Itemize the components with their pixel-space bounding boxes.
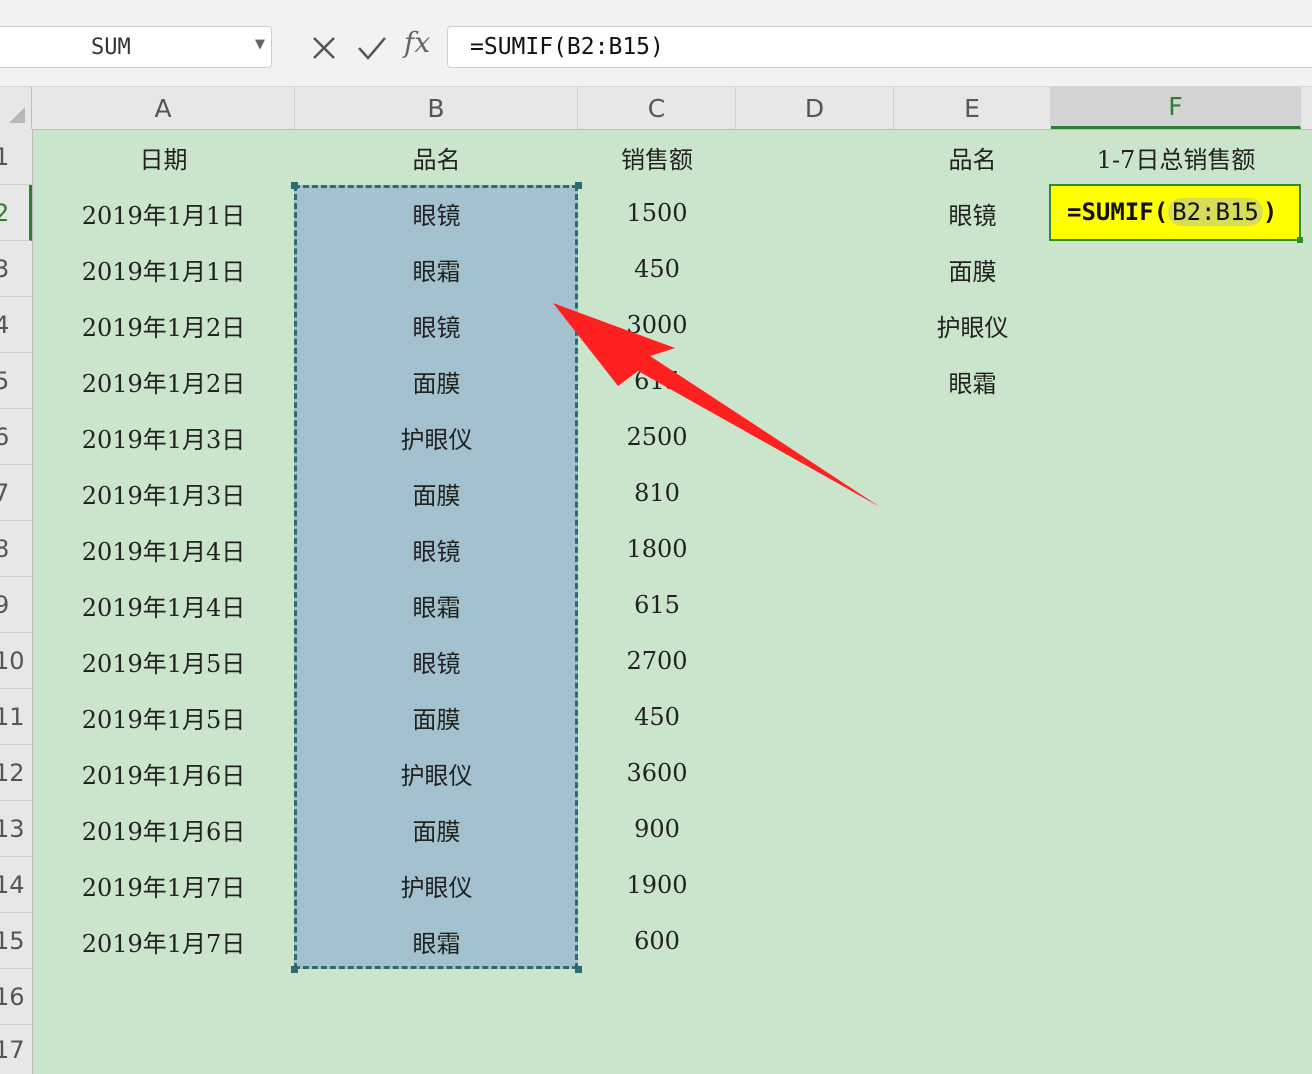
chevron-down-icon[interactable]: ▼: [255, 37, 265, 52]
product-cell[interactable]: 眼霜: [295, 241, 578, 297]
sales-cell[interactable]: 600: [578, 913, 736, 969]
formula-toolbar: SUM ▼ fx =SUMIF(B2:B15): [0, 0, 1312, 87]
active-cell-f2[interactable]: =SUMIF(B2:B15): [1049, 184, 1301, 241]
row-header[interactable]: 16: [0, 969, 32, 1025]
row-header[interactable]: 10: [0, 633, 32, 689]
sales-cell[interactable]: 2500: [578, 409, 736, 465]
sales-cell[interactable]: 615: [578, 577, 736, 633]
name-box[interactable]: SUM ▼: [0, 26, 272, 68]
date-cell[interactable]: 2019年1月6日: [32, 801, 295, 857]
date-cell[interactable]: 2019年1月4日: [32, 521, 295, 577]
product-cell[interactable]: 护眼仪: [295, 409, 578, 465]
product-cell[interactable]: 护眼仪: [295, 857, 578, 913]
sales-cell[interactable]: 1900: [578, 857, 736, 913]
row-header[interactable]: 3: [0, 241, 32, 297]
formula-suffix: ): [1262, 198, 1278, 226]
column-header-d[interactable]: D: [736, 87, 894, 129]
product-cell[interactable]: 眼霜: [295, 913, 578, 969]
sales-cell[interactable]: 810: [578, 465, 736, 521]
x-icon[interactable]: [304, 28, 344, 68]
column-header-f[interactable]: F: [1051, 87, 1301, 129]
formula-prefix: =SUMIF(: [1067, 198, 1169, 226]
column-header-e[interactable]: E: [894, 87, 1051, 129]
header-product[interactable]: 品名: [295, 129, 578, 185]
date-cell[interactable]: 2019年1月3日: [32, 409, 295, 465]
row-header[interactable]: 17: [0, 1025, 32, 1074]
sales-cell[interactable]: 450: [578, 241, 736, 297]
row-header[interactable]: 4: [0, 297, 32, 353]
product-cell[interactable]: 面膜: [295, 801, 578, 857]
row-header[interactable]: 13: [0, 801, 32, 857]
e-item-cell[interactable]: 眼霜: [894, 353, 1051, 409]
column-header-c[interactable]: C: [578, 87, 736, 129]
date-cell[interactable]: 2019年1月2日: [32, 353, 295, 409]
row-header[interactable]: 12: [0, 745, 32, 801]
date-cell[interactable]: 2019年1月5日: [32, 633, 295, 689]
active-cell-formula: =SUMIF(B2:B15): [1067, 198, 1277, 226]
select-all-icon: [9, 107, 25, 123]
sales-cell[interactable]: 1800: [578, 521, 736, 577]
formula-text: =SUMIF(B2:B15): [470, 34, 664, 60]
e-item-cell[interactable]: 护眼仪: [894, 297, 1051, 353]
header-date[interactable]: 日期: [32, 129, 295, 185]
row-header[interactable]: 1: [0, 129, 32, 185]
sales-cell[interactable]: 900: [578, 801, 736, 857]
date-cell[interactable]: 2019年1月2日: [32, 297, 295, 353]
check-icon[interactable]: [352, 28, 392, 68]
product-cell[interactable]: 眼镜: [295, 521, 578, 577]
product-cell[interactable]: 眼霜: [295, 577, 578, 633]
e-item-cell[interactable]: 面膜: [894, 241, 1051, 297]
sales-cell[interactable]: 2700: [578, 633, 736, 689]
column-header-a[interactable]: A: [32, 87, 295, 129]
fill-handle[interactable]: [1297, 237, 1303, 243]
sales-cell[interactable]: 3600: [578, 745, 736, 801]
row-header[interactable]: 15: [0, 913, 32, 969]
date-cell[interactable]: 2019年1月7日: [32, 857, 295, 913]
fx-icon[interactable]: fx: [404, 26, 430, 59]
product-cell[interactable]: 面膜: [295, 465, 578, 521]
header-f-total[interactable]: 1-7日总销售额: [1051, 129, 1301, 185]
sales-cell[interactable]: 450: [578, 689, 736, 745]
product-cell[interactable]: 面膜: [295, 353, 578, 409]
row-header[interactable]: 9: [0, 577, 32, 633]
row-header[interactable]: 5: [0, 353, 32, 409]
select-all-corner[interactable]: [0, 87, 32, 129]
product-cell[interactable]: 护眼仪: [295, 745, 578, 801]
row-header[interactable]: 14: [0, 857, 32, 913]
column-header-b[interactable]: B: [295, 87, 578, 129]
date-cell[interactable]: 2019年1月6日: [32, 745, 295, 801]
column-header-row: A B C D E F: [0, 87, 1312, 130]
header-sales[interactable]: 销售额: [578, 129, 736, 185]
date-cell[interactable]: 2019年1月5日: [32, 689, 295, 745]
date-cell[interactable]: 2019年1月1日: [32, 185, 295, 241]
row-header[interactable]: 6: [0, 409, 32, 465]
e-item-cell[interactable]: 眼镜: [894, 185, 1051, 241]
sales-cell[interactable]: 3000: [578, 297, 736, 353]
product-cell[interactable]: 眼镜: [295, 633, 578, 689]
date-cell[interactable]: 2019年1月4日: [32, 577, 295, 633]
row-header[interactable]: 2: [0, 185, 32, 241]
sales-cell[interactable]: 615: [578, 353, 736, 409]
date-cell[interactable]: 2019年1月3日: [32, 465, 295, 521]
sales-cell[interactable]: 1500: [578, 185, 736, 241]
name-box-value: SUM: [91, 35, 131, 60]
formula-input[interactable]: =SUMIF(B2:B15): [447, 26, 1312, 68]
product-cell[interactable]: 眼镜: [295, 185, 578, 241]
header-e-product[interactable]: 品名: [894, 129, 1051, 185]
date-cell[interactable]: 2019年1月7日: [32, 913, 295, 969]
row-header[interactable]: 8: [0, 521, 32, 577]
date-cell[interactable]: 2019年1月1日: [32, 241, 295, 297]
formula-range-ref: B2:B15: [1168, 198, 1263, 226]
row-header[interactable]: 11: [0, 689, 32, 745]
product-cell[interactable]: 面膜: [295, 689, 578, 745]
product-cell[interactable]: 眼镜: [295, 297, 578, 353]
row-header[interactable]: 7: [0, 465, 32, 521]
